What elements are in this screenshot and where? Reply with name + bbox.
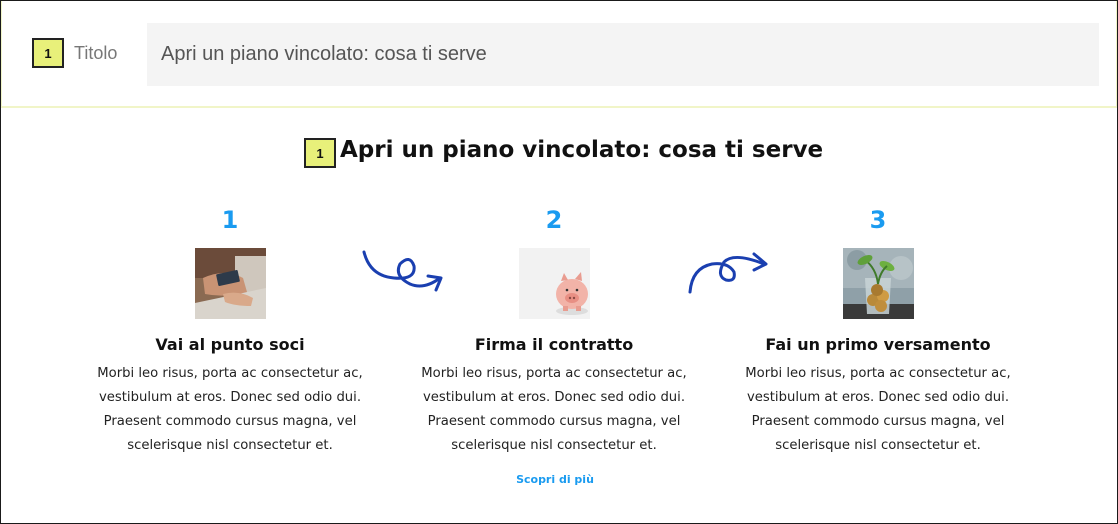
piggy-bank-image xyxy=(518,248,590,319)
step-title: Vai al punto soci xyxy=(155,335,305,354)
heading-number-badge: 1 xyxy=(304,138,336,168)
title-input[interactable] xyxy=(147,23,1099,86)
step-card-2: 2 Firma il contratto Morbi leo risus, po… xyxy=(394,205,714,458)
field-number-badge: 1 xyxy=(32,38,64,68)
step-description: Morbi leo risus, porta ac consectetur ac… xyxy=(745,366,1011,453)
step-card-3: 3 Fai un primo versamento Morbi leo risu… xyxy=(718,205,1038,458)
credit-card-laptop-image xyxy=(194,248,266,319)
step-title: Fai un primo versamento xyxy=(765,335,991,354)
step-number: 1 xyxy=(221,206,239,234)
curved-arrow-icon xyxy=(362,250,443,292)
title-editor-panel: 1 Titolo xyxy=(1,1,1117,108)
step-card-1: 1 Vai al punto soci Morbi leo risus, por… xyxy=(70,205,390,458)
step-title: Firma il contratto xyxy=(474,335,634,354)
coins-jar-plant-image xyxy=(842,248,914,319)
learn-more-link[interactable]: Scopri di più xyxy=(490,473,620,486)
step-number: 2 xyxy=(545,206,563,234)
curved-arrow-icon xyxy=(688,252,768,294)
title-field-label: Titolo xyxy=(74,43,118,63)
page-title: Apri un piano vincolato: cosa ti serve xyxy=(340,137,824,163)
step-description: Morbi leo risus, porta ac consectetur ac… xyxy=(421,366,687,453)
step-number: 3 xyxy=(869,206,887,234)
step-description: Morbi leo risus, porta ac consectetur ac… xyxy=(97,366,363,453)
